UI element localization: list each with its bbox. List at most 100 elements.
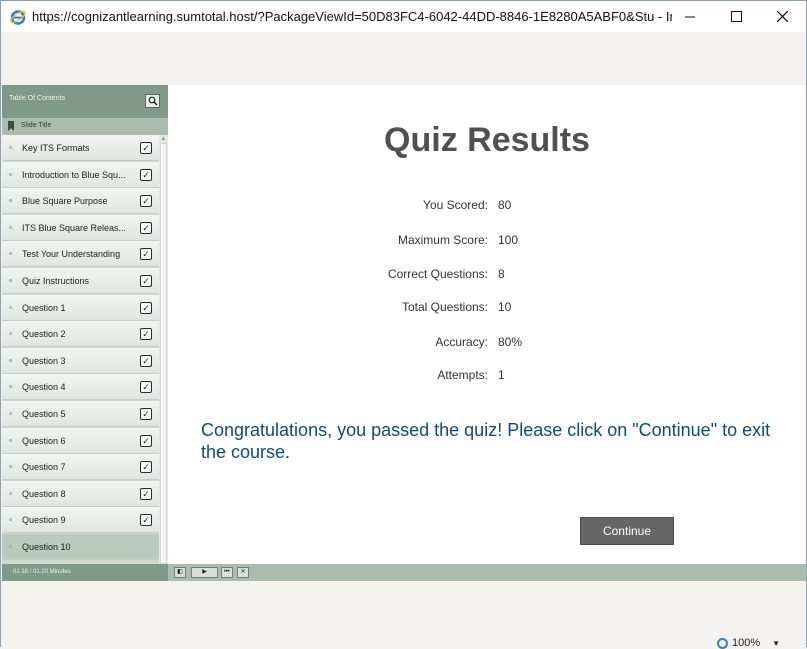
- close-button[interactable]: [759, 1, 805, 32]
- result-row: You Scored: 80: [168, 198, 806, 214]
- toc-item-label: Question 7: [22, 462, 66, 473]
- scroll-up-arrow-icon[interactable]: ▲: [159, 135, 168, 143]
- toc-item[interactable]: Question 1 ✓: [2, 294, 159, 321]
- toc-item[interactable]: Question 8 ✓: [2, 480, 159, 507]
- toc-item[interactable]: Question 4 ✓: [2, 374, 159, 401]
- checkmark-icon: ✓: [140, 275, 152, 287]
- result-value: 1: [498, 368, 505, 382]
- minimize-icon: [684, 16, 695, 18]
- result-label: Maximum Score:: [397, 233, 488, 247]
- checkmark-icon: ✓: [140, 354, 152, 367]
- result-row: Maximum Score: 100: [168, 233, 806, 249]
- time-display: 01:18 / 01:20 Minutes: [2, 564, 168, 581]
- continue-button[interactable]: Continue: [580, 517, 674, 545]
- toc-item-label: Question 1: [22, 302, 66, 313]
- bullet-icon: [9, 225, 12, 229]
- toc-item-label: Blue Square Purpose: [22, 196, 108, 207]
- checkmark-icon: ✓: [140, 248, 152, 261]
- title-bar: https://cognizantlearning.sumtotal.host/…: [1, 1, 806, 32]
- bullet-icon: [9, 412, 12, 415]
- bullet-icon: [9, 491, 12, 495]
- toc-item-label: Question 6: [22, 435, 66, 446]
- pass-message: Congratulations, you passed the quiz! Pl…: [201, 420, 771, 462]
- toc-item-label: Question 3: [22, 355, 66, 366]
- bullet-icon: [9, 545, 12, 548]
- toc-item[interactable]: Introduction to Blue Squ... ✓: [2, 161, 159, 188]
- toc-item[interactable]: Question 6 ✓: [2, 427, 159, 454]
- play-icon: ▶: [202, 569, 207, 575]
- chevron-down-icon: ▼: [772, 638, 781, 648]
- result-row: Accuracy: 80%: [168, 335, 806, 351]
- checkmark-icon: ✓: [140, 301, 152, 314]
- table-of-contents-panel: Table Of Contents Slide Title Key ITS Fo…: [2, 85, 168, 564]
- toc-item-label: Quiz Instructions: [22, 276, 90, 286]
- bullet-icon: [9, 146, 12, 149]
- result-label: Accuracy:: [435, 335, 488, 349]
- toc-item[interactable]: Question 10: [2, 534, 159, 560]
- checkmark-icon: ✓: [140, 434, 152, 447]
- toc-item[interactable]: Question 9 ✓: [2, 507, 159, 534]
- scroll-thumb[interactable]: [160, 143, 167, 564]
- slide-title-column-header: Slide Title: [2, 118, 168, 135]
- result-label: Correct Questions:: [387, 267, 488, 281]
- toc-item[interactable]: Blue Square Purpose ✓: [2, 188, 159, 215]
- checkmark-icon: ✓: [140, 461, 152, 474]
- play-button[interactable]: ▶: [191, 567, 218, 578]
- zoom-control[interactable]: 100% ▼: [717, 637, 780, 649]
- bullet-icon: [9, 385, 12, 389]
- toc-toggle-button[interactable]: ◧: [174, 567, 186, 578]
- result-value: 8: [498, 267, 505, 281]
- minimize-button[interactable]: [667, 1, 713, 32]
- exit-button[interactable]: ✕: [237, 567, 249, 578]
- toc-item-label: Introduction to Blue Squ...: [22, 169, 126, 180]
- result-row: Attempts: 1: [168, 368, 806, 384]
- checkmark-icon: ✓: [140, 408, 152, 420]
- toc-item-label: Test Your Understanding: [22, 249, 121, 260]
- toc-item[interactable]: Question 7 ✓: [2, 454, 159, 481]
- toc-item-label: Question 8: [22, 488, 66, 499]
- toc-item-label: Question 5: [22, 409, 66, 419]
- bullet-icon: [9, 438, 12, 442]
- search-icon: [148, 96, 158, 106]
- result-row: Total Questions: 10: [168, 300, 806, 316]
- result-value: 80: [498, 198, 512, 212]
- toc-scrollbar[interactable]: ▲: [159, 135, 168, 564]
- bullet-icon: [9, 305, 12, 309]
- checkmark-icon: ✓: [140, 381, 152, 394]
- toc-item[interactable]: Question 3 ✓: [2, 347, 159, 374]
- toc-item[interactable]: ITS Blue Square Releas... ✓: [2, 214, 159, 241]
- checkmark-icon: ✓: [140, 168, 152, 181]
- result-row: Correct Questions: 8: [168, 267, 806, 283]
- checkmark-icon: ✓: [140, 221, 152, 234]
- toc-item-label: ITS Blue Square Releas...: [22, 222, 127, 233]
- toc-item-label: Question 2: [22, 329, 66, 340]
- internet-explorer-icon: [10, 10, 26, 25]
- zoom-level: 100%: [732, 637, 761, 649]
- toc-item[interactable]: Question 5 ✓: [2, 401, 159, 427]
- result-value: 80%: [498, 335, 523, 349]
- browser-window: https://cognizantlearning.sumtotal.host/…: [0, 0, 807, 649]
- checkmark-icon: ✓: [140, 487, 152, 500]
- status-bar: 100% ▼: [1, 581, 806, 649]
- page-title: Quiz Results: [384, 121, 590, 159]
- close-icon: [776, 11, 788, 22]
- bullet-icon: [9, 332, 12, 336]
- rewind-icon: ⏮: [224, 569, 230, 575]
- toc-item[interactable]: Test Your Understanding ✓: [2, 241, 159, 268]
- course-player: Table Of Contents Slide Title Key ITS Fo…: [2, 85, 806, 581]
- bullet-icon: [9, 279, 12, 282]
- toc-search-button[interactable]: [145, 94, 160, 108]
- window-title: https://cognizantlearning.sumtotal.host/…: [32, 9, 672, 24]
- bullet-icon: [9, 358, 12, 362]
- maximize-button[interactable]: [713, 1, 759, 32]
- toc-item[interactable]: Question 2 ✓: [2, 321, 159, 348]
- rewind-button[interactable]: ⏮: [221, 567, 233, 578]
- toc-toggle-icon: ◧: [177, 569, 183, 575]
- toc-item[interactable]: Key ITS Formats ✓: [2, 135, 159, 161]
- toc-item[interactable]: Quiz Instructions ✓: [2, 268, 159, 294]
- toc-item-label: Question 9: [22, 515, 66, 526]
- checkmark-icon: ✓: [140, 514, 152, 527]
- bullet-icon: [9, 465, 12, 469]
- checkmark-icon: ✓: [140, 195, 152, 208]
- toc-header: Table Of Contents: [2, 85, 168, 118]
